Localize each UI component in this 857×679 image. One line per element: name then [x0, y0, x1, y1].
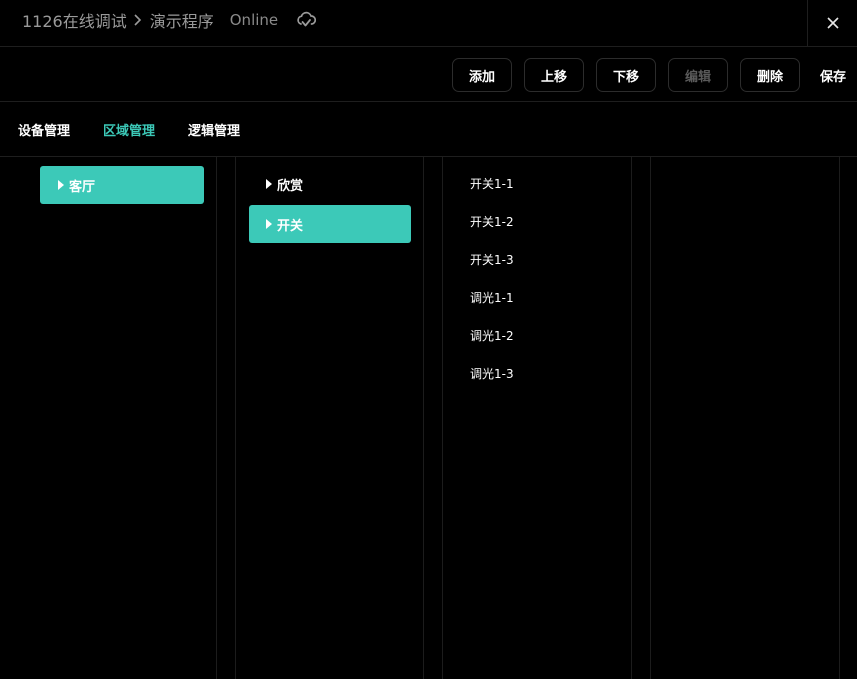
- device-item[interactable]: 调光1-3: [470, 365, 514, 382]
- chevron-right-icon: [133, 13, 142, 27]
- move-up-button[interactable]: 上移: [524, 58, 584, 92]
- device-item[interactable]: 调光1-1: [470, 289, 514, 306]
- close-button[interactable]: [807, 0, 857, 46]
- tab-area-management[interactable]: 区域管理: [103, 120, 155, 139]
- device-item[interactable]: 开关1-1: [470, 175, 514, 192]
- delete-button[interactable]: 删除: [740, 58, 800, 92]
- device-item[interactable]: 开关1-3: [470, 251, 514, 268]
- caret-right-icon: [266, 179, 272, 189]
- connection-status: Online: [229, 11, 279, 29]
- column-divider: [631, 157, 632, 679]
- tab-device-management[interactable]: 设备管理: [18, 120, 70, 139]
- add-button[interactable]: 添加: [452, 58, 512, 92]
- column-divider: [235, 157, 236, 679]
- device-item[interactable]: 调光1-2: [470, 327, 514, 344]
- close-icon: [826, 14, 839, 33]
- group-item-label: 欣赏: [277, 178, 304, 194]
- area-item-label: 客厅: [69, 179, 96, 195]
- breadcrumb-project[interactable]: 1126在线调试: [22, 8, 127, 32]
- caret-right-icon: [58, 180, 64, 190]
- column-divider: [216, 157, 217, 679]
- breadcrumb: 1126在线调试 演示程序 Online: [22, 8, 317, 32]
- column-divider: [839, 157, 840, 679]
- move-down-button[interactable]: 下移: [596, 58, 656, 92]
- tab-bar: 设备管理 区域管理 逻辑管理: [0, 102, 857, 157]
- group-item-appreciation[interactable]: 欣赏: [266, 175, 304, 194]
- column-divider: [650, 157, 651, 679]
- breadcrumb-program: 演示程序: [149, 12, 214, 31]
- group-item-label: 开关: [277, 218, 304, 234]
- area-item-living-room[interactable]: 客厅: [40, 166, 204, 204]
- caret-right-icon: [266, 219, 272, 229]
- edit-button[interactable]: 编辑: [668, 58, 728, 92]
- column-divider: [442, 157, 443, 679]
- group-item-switch[interactable]: 开关: [249, 205, 411, 243]
- device-item[interactable]: 开关1-2: [470, 213, 514, 230]
- save-button[interactable]: 保存: [812, 58, 854, 92]
- toolbar: 添加 上移 下移 编辑 删除 保存: [0, 47, 857, 102]
- cloud-sync-icon[interactable]: [296, 11, 317, 29]
- tab-logic-management[interactable]: 逻辑管理: [188, 120, 240, 139]
- column-divider: [423, 157, 424, 679]
- title-bar: 1126在线调试 演示程序 Online: [0, 0, 857, 47]
